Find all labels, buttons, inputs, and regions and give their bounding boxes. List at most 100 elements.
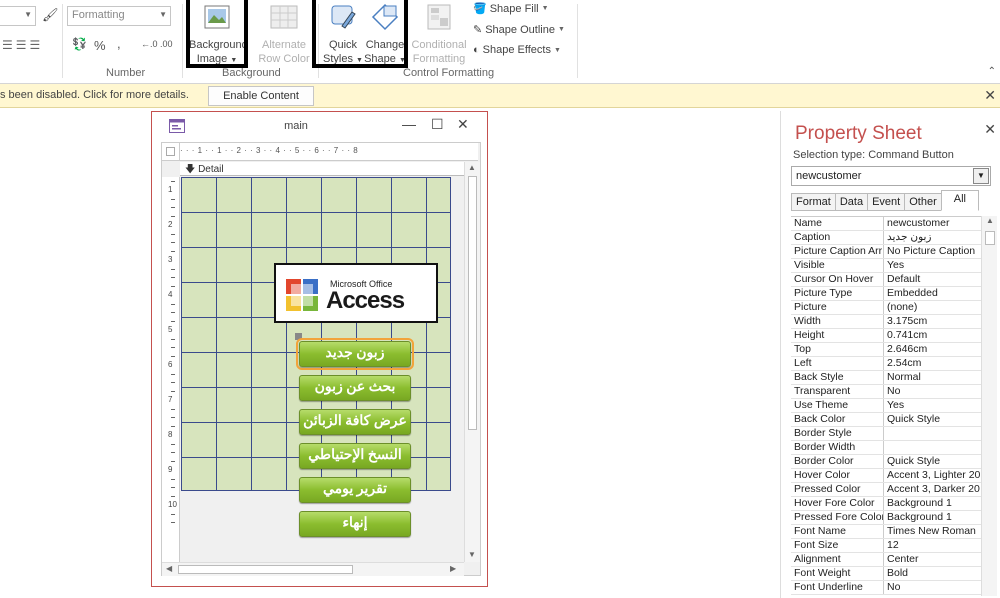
property-row[interactable]: Font Size 12 <box>791 539 981 553</box>
property-row[interactable]: Hover Fore Color Background 1 <box>791 497 981 511</box>
search-customer-button[interactable]: بحث عن زبون <box>299 375 411 401</box>
property-row[interactable]: Font Underline No <box>791 581 981 595</box>
object-selector[interactable]: newcustomer ▼ <box>791 166 991 186</box>
property-row[interactable]: Font Weight Bold <box>791 567 981 581</box>
minimize-icon[interactable]: — <box>402 116 416 132</box>
access-logo-image[interactable]: Microsoft Office Access <box>274 263 438 323</box>
property-value[interactable]: 3.175cm <box>884 315 981 328</box>
scroll-thumb[interactable] <box>468 176 477 430</box>
property-row[interactable]: Picture (none) <box>791 301 981 315</box>
scroll-left-icon[interactable]: ◀ <box>166 564 172 573</box>
property-value[interactable] <box>884 441 981 454</box>
property-row[interactable]: Caption زبون جديد <box>791 231 981 245</box>
increase-decimals-button[interactable]: ←.0 .00 <box>141 39 173 49</box>
align-buttons[interactable]: ☰☰☰ <box>2 38 43 52</box>
daily-report-button[interactable]: تقرير يومي <box>299 477 411 503</box>
property-value[interactable]: No <box>884 581 981 594</box>
maximize-icon[interactable]: ☐ <box>431 116 444 133</box>
backup-button[interactable]: النسخ الإحتياطي <box>299 443 411 469</box>
format-painter-icon[interactable]: 🖌 <box>42 7 59 23</box>
property-row[interactable]: Transparent No <box>791 385 981 399</box>
close-icon[interactable]: ✕ <box>457 116 469 133</box>
close-icon[interactable]: ✕ <box>984 87 996 104</box>
close-icon[interactable]: ✕ <box>984 121 996 138</box>
show-all-customers-button[interactable]: عرض كافة الزبائن <box>299 409 411 435</box>
property-value[interactable]: Accent 3, Darker 20 <box>884 483 981 496</box>
new-customer-button[interactable]: زبون جديد <box>296 338 414 370</box>
scroll-thumb[interactable] <box>178 565 353 574</box>
scroll-right-icon[interactable]: ▶ <box>450 564 456 573</box>
property-value[interactable]: No <box>884 385 981 398</box>
horizontal-scrollbar[interactable]: ◀ ▶ <box>162 562 464 576</box>
property-value[interactable]: Default <box>884 273 981 286</box>
property-row[interactable]: Visible Yes <box>791 259 981 273</box>
property-value[interactable]: 0.741cm <box>884 329 981 342</box>
property-value[interactable]: Background 1 <box>884 497 981 510</box>
property-value[interactable]: 12 <box>884 539 981 552</box>
conditional-formatting-button[interactable]: Conditional Formatting <box>408 2 470 66</box>
property-value[interactable]: Embedded <box>884 287 981 300</box>
move-handle[interactable] <box>295 333 302 340</box>
property-value[interactable]: No Picture Caption <box>884 245 981 258</box>
property-row[interactable]: Border Style <box>791 427 981 441</box>
property-row[interactable]: Top 2.646cm <box>791 343 981 357</box>
chevron-down-icon[interactable]: ▼ <box>973 168 989 184</box>
property-row[interactable]: Hover Color Accent 3, Lighter 20 <box>791 469 981 483</box>
property-row[interactable]: Pressed Fore Color Background 1 <box>791 511 981 525</box>
property-scrollbar[interactable]: ▲ <box>981 216 997 596</box>
tab-format[interactable]: Format <box>791 193 835 211</box>
property-value[interactable]: Times New Roman <box>884 525 981 538</box>
comma-button[interactable]: , <box>117 36 121 51</box>
property-row[interactable]: Picture Type Embedded <box>791 287 981 301</box>
property-value[interactable]: Quick Style <box>884 413 981 426</box>
property-row[interactable]: Pressed Color Accent 3, Darker 20 <box>791 483 981 497</box>
property-row[interactable]: Back Color Quick Style <box>791 413 981 427</box>
property-value[interactable]: Center <box>884 553 981 566</box>
exit-button[interactable]: إنهاء <box>299 511 411 537</box>
property-value[interactable]: Bold <box>884 567 981 580</box>
scroll-up-icon[interactable]: ▲ <box>468 163 476 172</box>
formatting-combo[interactable]: Formatting ▼ <box>67 6 171 26</box>
property-value[interactable]: Quick Style <box>884 455 981 468</box>
property-row[interactable]: Alignment Center <box>791 553 981 567</box>
tab-other[interactable]: Other <box>904 193 941 211</box>
property-value[interactable]: newcustomer <box>884 217 981 230</box>
property-row[interactable]: Border Color Quick Style <box>791 455 981 469</box>
vertical-scrollbar[interactable]: ▲ ▼ <box>464 162 480 562</box>
property-row[interactable]: Font Name Times New Roman <box>791 525 981 539</box>
shape-fill-button[interactable]: 🪣 Shape Fill ▼ <box>473 2 549 16</box>
enable-content-button[interactable]: Enable Content <box>208 86 314 106</box>
font-size-combo[interactable]: ▼ <box>0 6 36 26</box>
tab-event[interactable]: Event <box>867 193 905 211</box>
tab-all[interactable]: All <box>940 190 979 211</box>
alternate-row-color-button[interactable]: Alternate Row Color <box>254 2 314 66</box>
property-value[interactable]: Accent 3, Lighter 20 <box>884 469 981 482</box>
property-row[interactable]: Left 2.54cm <box>791 357 981 371</box>
property-value[interactable]: (none) <box>884 301 981 314</box>
property-value[interactable] <box>884 427 981 440</box>
scroll-up-icon[interactable]: ▲ <box>986 216 994 225</box>
scroll-down-icon[interactable]: ▼ <box>468 550 476 559</box>
select-form-box[interactable] <box>162 143 180 161</box>
property-row[interactable]: Name newcustomer <box>791 217 981 231</box>
property-row[interactable]: Use Theme Yes <box>791 399 981 413</box>
property-row[interactable]: Back Style Normal <box>791 371 981 385</box>
property-value[interactable]: Yes <box>884 399 981 412</box>
scroll-thumb[interactable] <box>985 231 995 245</box>
property-row[interactable]: Cursor On Hover Default <box>791 273 981 287</box>
percent-button[interactable]: % <box>94 38 106 53</box>
currency-icon[interactable]: 💱 <box>72 37 87 51</box>
detail-section-bar[interactable]: 🡇 Detail <box>180 162 464 176</box>
property-value[interactable]: Yes <box>884 259 981 272</box>
collapse-ribbon-icon[interactable]: ⌃ <box>988 66 996 77</box>
property-value[interactable]: Background 1 <box>884 511 981 524</box>
property-value[interactable]: زبون جديد <box>884 231 981 244</box>
shape-effects-button[interactable]: ◐ Shape Effects ▼ <box>473 44 561 56</box>
property-row[interactable]: Width 3.175cm <box>791 315 981 329</box>
tab-data[interactable]: Data <box>834 193 868 211</box>
property-value[interactable]: 2.646cm <box>884 343 981 356</box>
property-value[interactable]: 2.54cm <box>884 357 981 370</box>
property-value[interactable]: Normal <box>884 371 981 384</box>
shape-outline-button[interactable]: ✎ Shape Outline ▼ <box>473 23 565 37</box>
property-row[interactable]: Picture Caption Arr No Picture Caption <box>791 245 981 259</box>
